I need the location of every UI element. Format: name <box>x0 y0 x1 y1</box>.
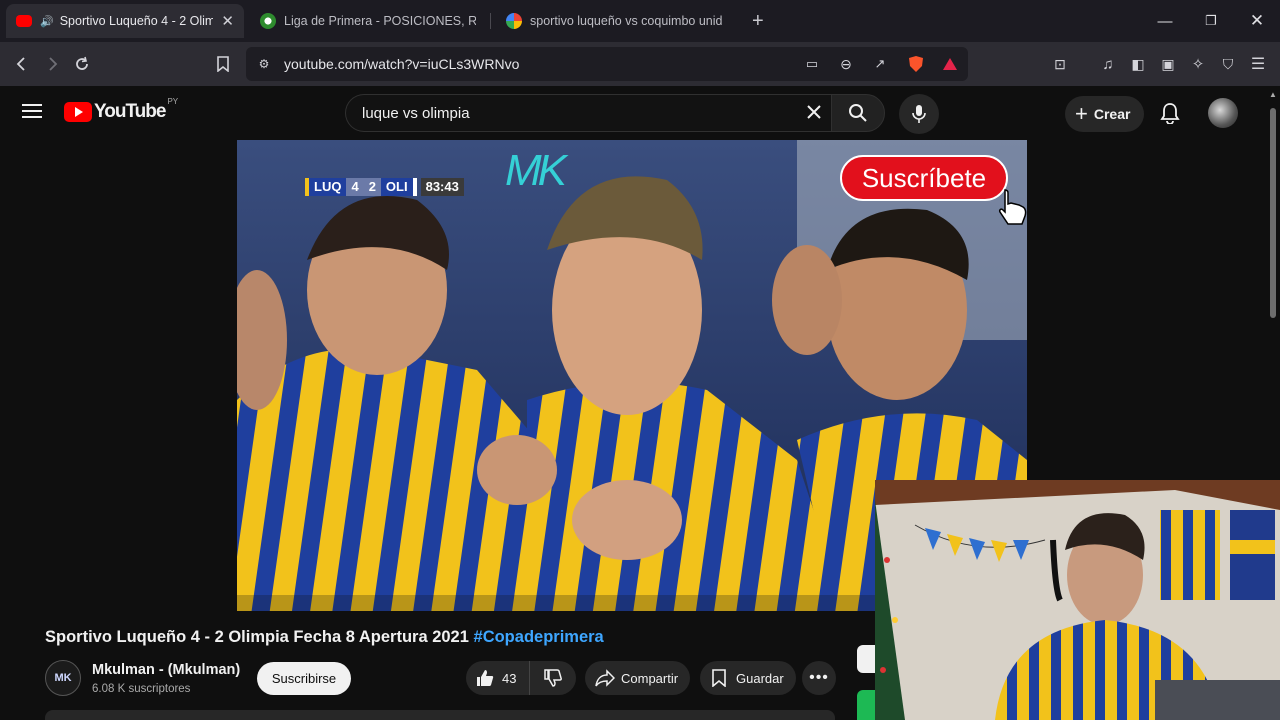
tab-google-search[interactable]: sportivo luqueño vs coquimbo unido <box>496 4 732 38</box>
minimize-icon[interactable]: — <box>1142 0 1188 42</box>
webcam-frame <box>875 480 1280 720</box>
hamburger-menu-icon[interactable] <box>22 103 42 124</box>
video-title-text: Sportivo Luqueño 4 - 2 Olimpia Fecha 8 A… <box>45 628 469 646</box>
logo-text: YouTube <box>94 101 166 122</box>
tab-title: sportivo luqueño vs coquimbo unido <box>530 14 722 28</box>
scoreboard: LUQ 4 2 OLI 83:43 <box>305 178 464 196</box>
browser-toolbar: ⚙ youtube.com/watch?v=iuCLs3WRNvo ▭ ⊖ ↗ … <box>0 42 1280 86</box>
scroll-up-icon[interactable]: ▲ <box>1269 90 1277 99</box>
tab-title: Liga de Primera - POSICIONES, RESU <box>284 14 476 28</box>
like-count: 43 <box>502 670 517 686</box>
search-box[interactable]: luque vs olimpia <box>345 94 831 132</box>
microphone-icon <box>912 105 926 123</box>
zoom-out-icon[interactable]: ⊖ <box>834 52 858 76</box>
google-icon <box>506 13 522 29</box>
subscribe-label: Suscribirse <box>271 671 337 686</box>
reload-icon[interactable] <box>70 52 94 76</box>
description-box[interactable] <box>45 710 835 720</box>
close-window-icon[interactable]: ✕ <box>1234 0 1280 42</box>
user-avatar[interactable] <box>1208 98 1238 128</box>
tab-title: Sportivo Luqueño 4 - 2 Olimp <box>59 14 214 28</box>
scrollbar-thumb[interactable] <box>1270 108 1276 318</box>
like-button[interactable]: 43 <box>466 661 530 695</box>
plus-icon: + <box>752 9 764 32</box>
wallet-icon[interactable]: ▣ <box>1156 52 1180 76</box>
clear-search-icon[interactable] <box>806 104 822 125</box>
share-icon <box>595 669 615 687</box>
video-title: Sportivo Luqueño 4 - 2 Olimpia Fecha 8 A… <box>45 628 604 647</box>
share-label: Compartir <box>621 670 679 686</box>
match-clock: 83:43 <box>420 178 464 196</box>
brave-rewards-icon[interactable] <box>938 52 962 76</box>
save-bookmark-icon <box>712 669 726 687</box>
youtube-logo[interactable]: YouTube PY <box>64 97 178 123</box>
sidebar-icon[interactable]: ◧ <box>1126 52 1150 76</box>
youtube-logo-icon <box>64 102 92 122</box>
cast-icon[interactable]: ▭ <box>800 52 824 76</box>
notifications-bell-icon[interactable] <box>1160 102 1180 129</box>
brave-shield-icon[interactable] <box>904 52 928 76</box>
thumbs-down-icon <box>544 669 562 687</box>
search-input[interactable]: luque vs olimpia <box>362 105 470 122</box>
browser-tab-bar: 🔊 Sportivo Luqueño 4 - 2 Olimp ✕ Liga de… <box>0 0 1280 42</box>
reader-mode-icon[interactable]: ⊡ <box>1048 52 1072 76</box>
dislike-button[interactable] <box>530 661 576 695</box>
tab-separator <box>490 13 491 29</box>
url-text: youtube.com/watch?v=iuCLs3WRNvo <box>284 56 520 72</box>
home-score: 4 <box>346 178 364 196</box>
restore-icon[interactable]: ❐ <box>1188 0 1234 42</box>
save-label: Guardar <box>736 670 784 686</box>
sidebar-chip[interactable] <box>857 645 875 673</box>
tab-liga-primera[interactable]: Liga de Primera - POSICIONES, RESU <box>250 4 486 38</box>
back-icon[interactable] <box>10 52 34 76</box>
search-button[interactable] <box>831 94 885 132</box>
soccer-ball-icon <box>260 13 276 29</box>
speaker-icon[interactable]: 🔊 <box>40 15 54 28</box>
hashtag-link[interactable]: #Copadeprimera <box>474 628 604 646</box>
share-page-icon[interactable]: ↗ <box>868 52 892 76</box>
create-button[interactable]: + Crear <box>1065 96 1145 132</box>
more-actions-button[interactable]: ••• <box>802 661 836 695</box>
share-button[interactable]: Compartir <box>585 661 690 695</box>
youtube-header: YouTube PY luque vs olimpia + Crear <box>0 86 1266 140</box>
hand-cursor-icon <box>997 188 1027 231</box>
like-dislike-group: 43 <box>466 661 576 695</box>
region-code: PY <box>167 97 179 106</box>
subscriber-count: 6.08 K suscriptores <box>92 683 191 695</box>
save-button[interactable]: Guardar <box>700 661 796 695</box>
subscribe-button[interactable]: Suscribirse <box>257 662 351 695</box>
tab-youtube[interactable]: 🔊 Sportivo Luqueño 4 - 2 Olimp ✕ <box>6 4 244 38</box>
more-horizontal-icon: ••• <box>809 669 829 686</box>
channel-avatar-text: MK <box>54 672 72 684</box>
address-bar[interactable]: ⚙ youtube.com/watch?v=iuCLs3WRNvo ▭ ⊖ ↗ <box>246 47 968 81</box>
search-icon <box>849 104 867 122</box>
home-team: LUQ <box>305 178 347 196</box>
channel-name[interactable]: Mkulman - (Mkulman) <box>92 662 240 678</box>
create-label: Crear <box>1093 106 1131 122</box>
channel-avatar[interactable]: MK <box>45 660 81 696</box>
away-team: OLI <box>380 178 417 196</box>
forward-icon[interactable] <box>40 52 64 76</box>
close-tab-icon[interactable]: ✕ <box>221 12 234 30</box>
menu-icon[interactable]: ☰ <box>1246 52 1270 76</box>
vpn-icon[interactable]: ⛉ <box>1216 52 1240 76</box>
music-icon[interactable]: ♫ <box>1096 52 1120 76</box>
leo-ai-icon[interactable]: ✧ <box>1186 52 1210 76</box>
youtube-favicon-icon <box>16 15 32 27</box>
away-score: 2 <box>363 178 381 196</box>
channel-watermark: MK <box>505 146 567 195</box>
voice-search-button[interactable] <box>899 94 939 134</box>
plus-icon: + <box>1075 101 1088 126</box>
bookmark-icon[interactable] <box>211 52 235 76</box>
sidebar-chip-green[interactable] <box>857 690 875 720</box>
site-settings-icon[interactable]: ⚙ <box>252 52 276 76</box>
webcam-overlay <box>875 480 1280 720</box>
new-tab-button[interactable]: + <box>742 4 774 38</box>
subscribe-overlay: Suscríbete <box>840 155 1008 201</box>
subscribe-overlay-text: Suscríbete <box>861 162 987 193</box>
thumbs-up-icon <box>477 670 494 686</box>
